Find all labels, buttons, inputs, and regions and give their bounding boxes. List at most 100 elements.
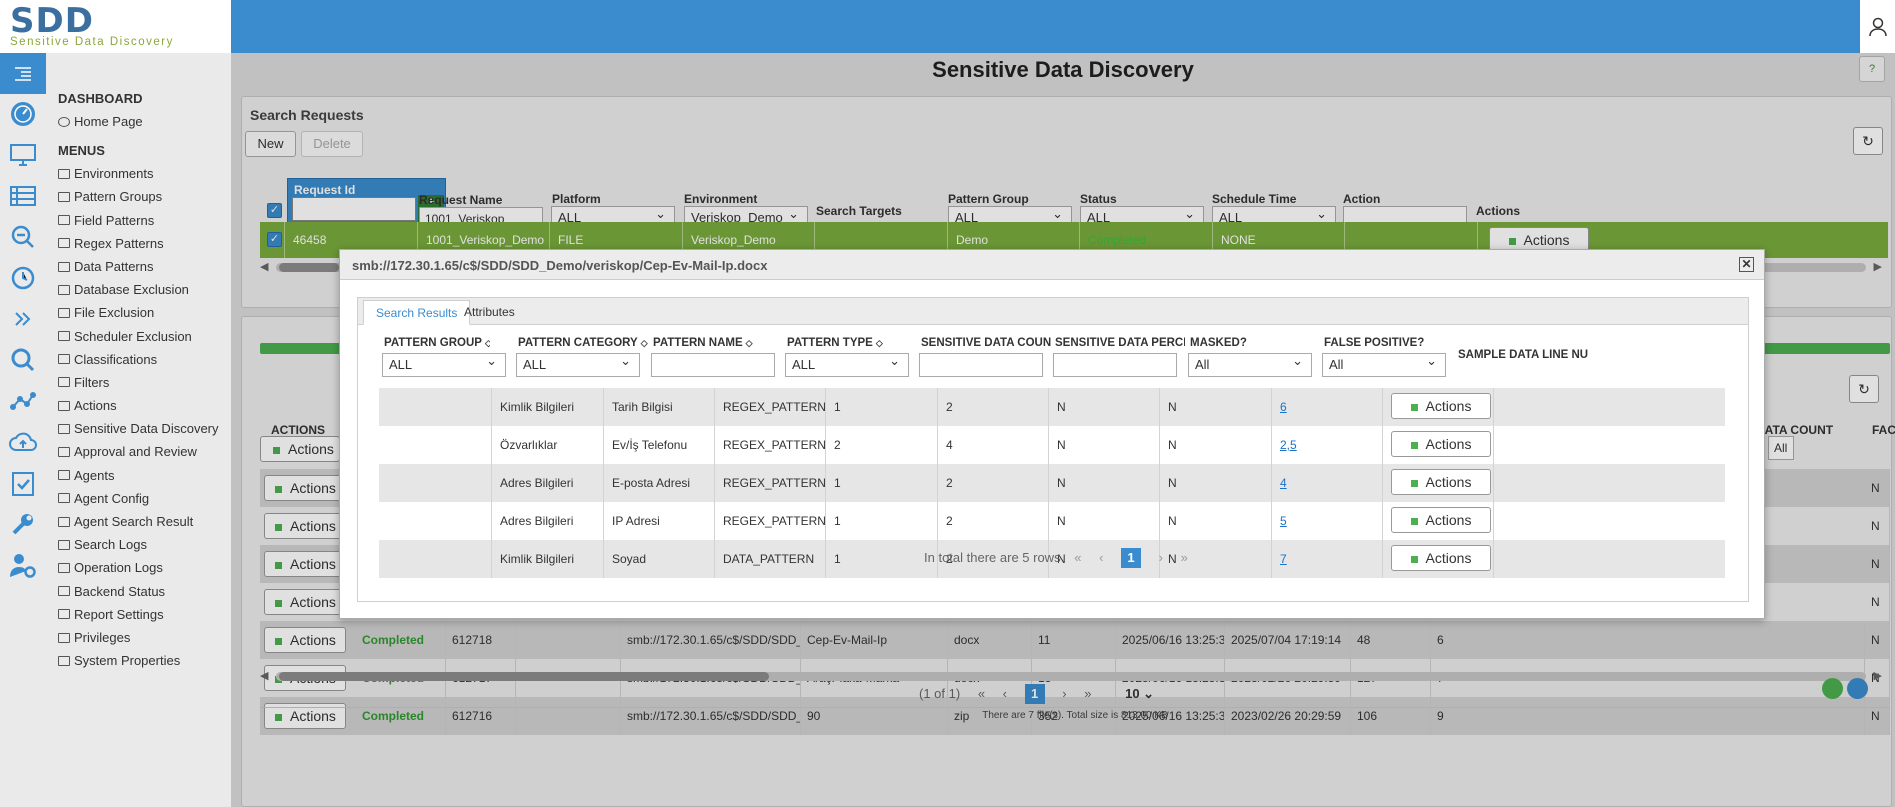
search-results-dialog: smb://172.30.1.65/c$/SDD/SDD_Demo/verisk… [339,249,1765,619]
clipboard-nav-icon[interactable] [0,462,46,503]
pattern-category-cell: Kimlik Bilgileri [492,540,604,578]
header-label: PATTERN NAME [653,337,743,349]
user-menu-button[interactable] [1860,0,1895,53]
row-actions-button[interactable]: Actions [1391,469,1491,495]
settings-nav-icon[interactable] [0,503,46,544]
prev-page-icon[interactable]: ‹ [1099,550,1103,565]
pattern-name-header[interactable]: PATTERN NAME ◇ [653,337,773,349]
sample-line-link[interactable]: 7 [1280,552,1287,566]
sort-icon: ◇ [640,338,648,348]
sensitive-count-header: SENSITIVE DATA COUNT [921,337,1051,349]
menu-item-backend-status[interactable]: Backend Status [46,580,231,603]
menu-item-data-patterns[interactable]: Data Patterns [46,255,231,278]
sensitive-percent-filter[interactable] [1053,353,1177,377]
actions-label: Actions [1425,474,1472,490]
menu-item-sensitive-data-discovery[interactable]: Sensitive Data Discovery [46,417,231,440]
row-actions-button[interactable]: Actions [1391,431,1491,457]
pattern-type-cell: REGEX_PATTERN [715,502,826,540]
user-settings-nav-icon[interactable] [0,544,46,585]
wrench-icon [12,513,33,534]
false-positive-filter[interactable]: All [1322,350,1446,377]
zoom-nav-icon[interactable] [0,216,46,257]
logo-text: SDD [10,1,94,41]
menu-item-classifications[interactable]: Classifications [46,348,231,371]
sample-line-link[interactable]: 2,5 [1280,438,1297,452]
menu-item-privileges[interactable]: Privileges [46,626,231,649]
cloud-nav-icon[interactable] [0,421,46,462]
close-icon[interactable]: ✕ [1739,257,1754,272]
user-icon [1868,17,1887,36]
next-page-icon[interactable]: › [1159,550,1163,565]
menu-item-file-exclusion[interactable]: File Exclusion [46,301,231,324]
pattern-group-cell [379,540,492,578]
menu-item-field-patterns[interactable]: Field Patterns [46,209,231,232]
pattern-category-header[interactable]: PATTERN CATEGORY ◇ [518,337,648,349]
masked-cell: N [1049,388,1160,426]
false-positive-cell: N [1160,464,1272,502]
table-row[interactable]: Kimlik Bilgileri Tarih Bilgisi REGEX_PATTE… [379,388,1725,426]
pattern-type-header[interactable]: PATTERN TYPE ◇ [787,337,907,349]
pattern-type-filter[interactable]: ALL [785,350,909,377]
table-row[interactable]: Adres Bilgileri IP Adresi REGEX_PATTERN 1 2 N… [379,502,1725,540]
list-nav-icon[interactable] [0,175,46,216]
menu-item-label: Report Settings [74,606,164,622]
masked-filter[interactable]: All [1188,350,1312,377]
sample-line-link[interactable]: 4 [1280,476,1287,490]
masked-cell: N [1049,464,1160,502]
menu-toggle-button[interactable] [0,53,46,94]
menu-item-label: Pattern Groups [74,189,163,205]
pattern-category-cell: Kimlik Bilgileri [492,388,604,426]
expand-nav-icon[interactable] [0,298,46,339]
monitor-nav-icon[interactable] [0,134,46,175]
row-actions-button[interactable]: Actions [1391,507,1491,533]
menu-item-agent-search-result[interactable]: Agent Search Result [46,510,231,533]
masked-header: MASKED? [1190,337,1247,349]
network-nav-icon[interactable] [0,380,46,421]
search-nav-icon[interactable] [0,339,46,380]
menu-item-system-properties[interactable]: System Properties [46,649,231,672]
sample-line-link[interactable]: 6 [1280,400,1287,414]
menu-item-environments[interactable]: Environments [46,162,231,185]
dashboard-section-title: DASHBOARD [58,91,143,106]
history-nav-icon[interactable] [0,257,46,298]
first-page-icon[interactable]: « [1074,550,1081,565]
pattern-category-filter[interactable]: ALL [516,350,640,377]
menu-item-agent-config[interactable]: Agent Config [46,487,231,510]
menu-item-regex-patterns[interactable]: Regex Patterns [46,232,231,255]
menu-item-actions[interactable]: Actions [46,394,231,417]
pattern-group-filter[interactable]: ALL [382,350,506,377]
menu-item-label: Actions [74,398,117,414]
pattern-group-cell [379,388,492,426]
logo: SDD Sensitive Data Discovery [0,0,231,53]
pattern-name-filter[interactable] [651,353,775,377]
false-positive-cell: N [1160,502,1272,540]
dashboard-nav-icon[interactable] [0,94,46,134]
tab-attributes[interactable]: Attributes [452,300,527,325]
last-page-icon[interactable]: » [1181,550,1188,565]
menu-item-label: Home Page [74,114,143,129]
menu-item-filters[interactable]: Filters [46,371,231,394]
menu-item-report-settings[interactable]: Report Settings [46,603,231,626]
menu-item-scheduler-exclusion[interactable]: Scheduler Exclusion [46,325,231,348]
menu-item-agents[interactable]: Agents [46,464,231,487]
menu-item-approval-and-review[interactable]: Approval and Review [46,440,231,463]
menu-item-label: Environments [74,166,154,182]
menu-item-database-exclusion[interactable]: Database Exclusion [46,278,231,301]
menu-item-search-logs[interactable]: Search Logs [46,533,231,556]
actions-label: Actions [1425,550,1472,566]
table-row[interactable]: Özvarlıklar Ev/İş Telefonu REGEX_PATTERN 2 4… [379,426,1725,464]
pager-text: In total there are 5 rows [924,550,1061,565]
menu-item-pattern-groups[interactable]: Pattern Groups [46,185,231,208]
pattern-category-cell: Adres Bilgileri [492,464,604,502]
menu-item-icon [58,261,70,272]
current-page-button[interactable]: 1 [1121,548,1142,568]
table-row[interactable]: Adres Bilgileri E-posta Adresi REGEX_PATTE… [379,464,1725,502]
row-actions-button[interactable]: Actions [1391,545,1491,571]
menu-item-icon [58,377,70,388]
sample-line-link[interactable]: 5 [1280,514,1287,528]
menu-item-home[interactable]: Home Page [46,110,231,133]
sensitive-count-filter[interactable] [919,353,1043,377]
menu-item-operation-logs[interactable]: Operation Logs [46,556,231,579]
pattern-group-header[interactable]: PATTERN GROUP ◇ [384,337,490,349]
row-actions-button[interactable]: Actions [1391,393,1491,419]
